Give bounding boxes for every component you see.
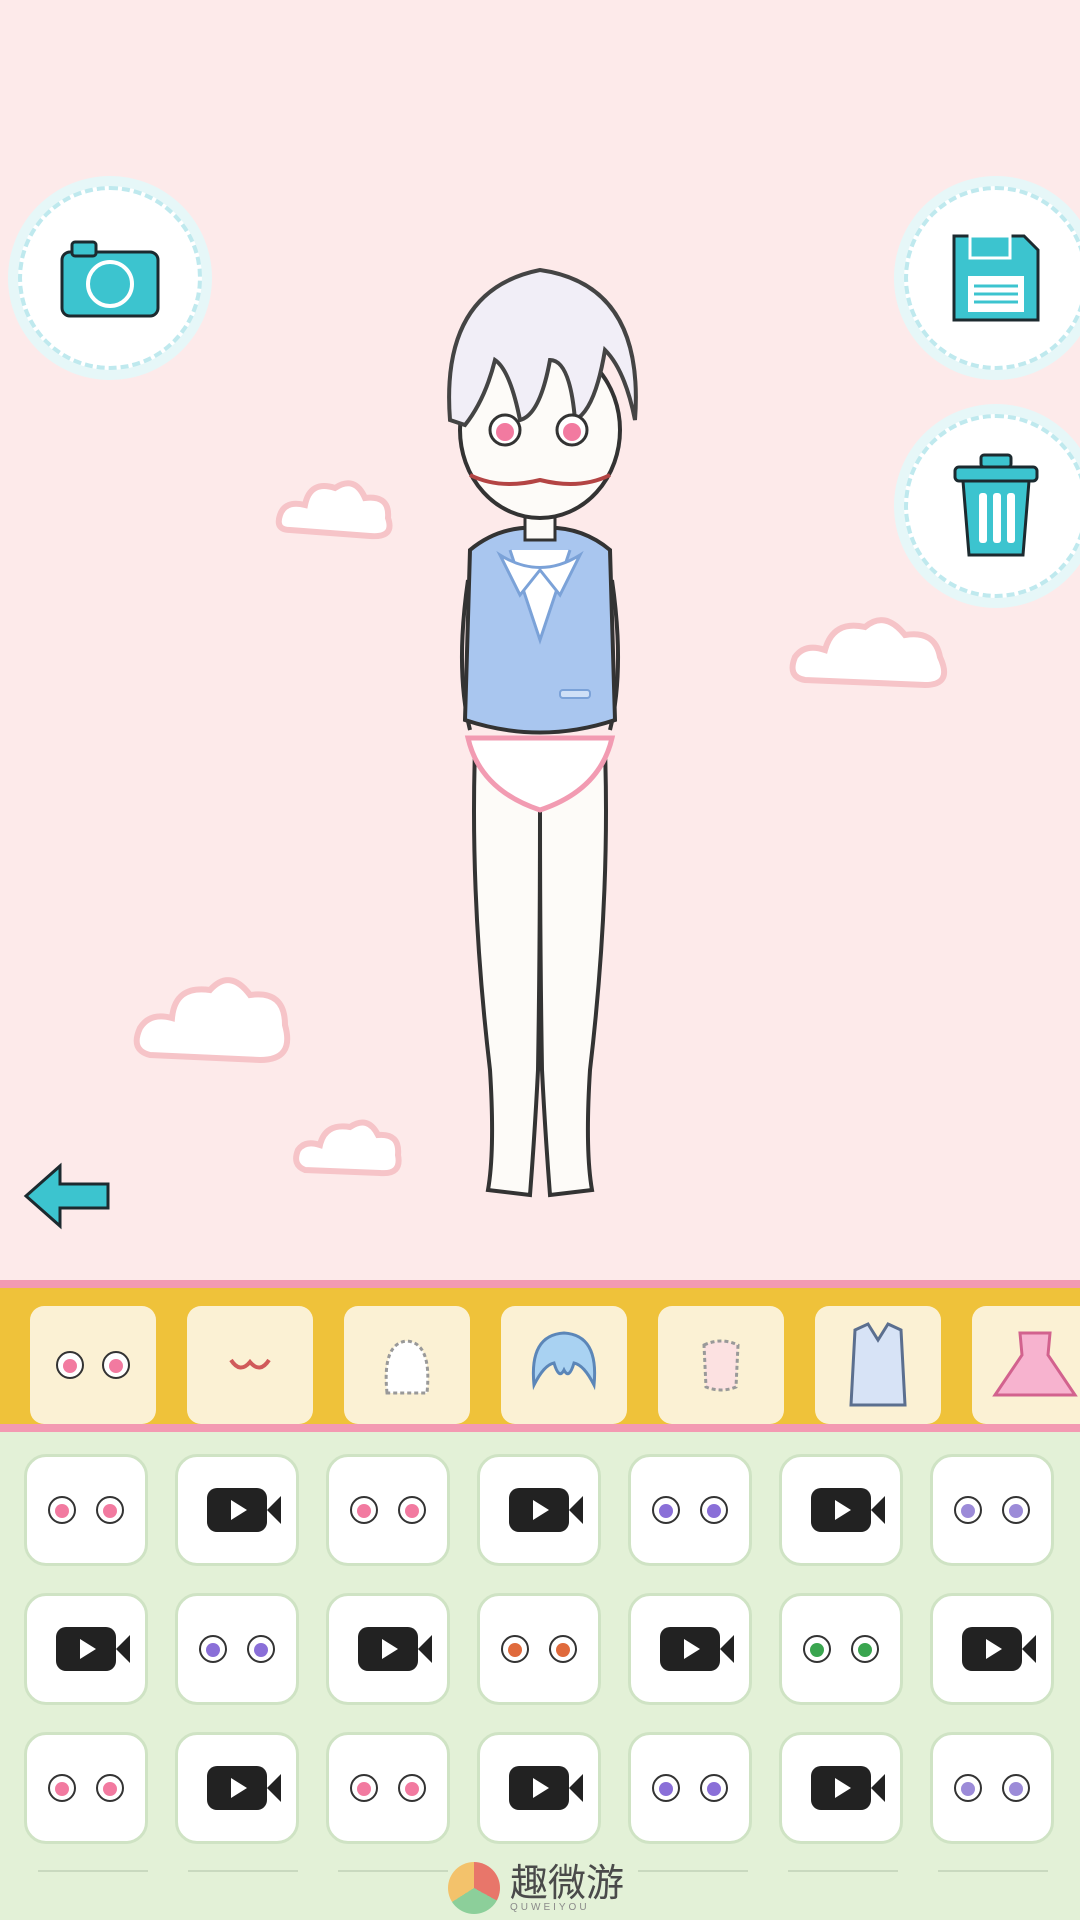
cloud-decoration — [275, 480, 393, 540]
dress-icon — [992, 1331, 1078, 1397]
cloud-decoration — [133, 977, 291, 1064]
divider — [638, 1870, 748, 1872]
category-face[interactable] — [344, 1306, 470, 1424]
cloud-decoration — [293, 1119, 402, 1177]
eye-option-free[interactable] — [326, 1732, 450, 1844]
divider — [938, 1870, 1048, 1872]
eyes-icon — [56, 1351, 130, 1379]
item-grid — [0, 1432, 1080, 1920]
top-icon — [849, 1322, 907, 1407]
divider — [188, 1870, 298, 1872]
delete-button[interactable] — [904, 414, 1080, 598]
eye-option-free[interactable] — [779, 1593, 903, 1705]
eyes-preview-icon — [199, 1635, 275, 1663]
eyes-preview-icon — [803, 1635, 879, 1663]
divider — [788, 1870, 898, 1872]
video-ad-icon — [509, 1766, 583, 1810]
eye-option-video[interactable] — [175, 1454, 299, 1566]
eye-option-video[interactable] — [477, 1454, 601, 1566]
watermark-text: 趣微游 — [510, 1860, 625, 1905]
eye-option-video[interactable] — [175, 1732, 299, 1844]
eye-option-video[interactable] — [930, 1593, 1054, 1705]
eye-option-video[interactable] — [779, 1454, 903, 1566]
eye-option-video[interactable] — [326, 1593, 450, 1705]
video-ad-icon — [811, 1766, 885, 1810]
eyes-preview-icon — [48, 1774, 124, 1802]
divider — [38, 1870, 148, 1872]
save-button[interactable] — [904, 186, 1080, 370]
category-bar — [0, 1280, 1080, 1432]
category-dress[interactable] — [972, 1306, 1080, 1424]
video-ad-icon — [358, 1627, 432, 1671]
watermark-logo-icon — [448, 1862, 500, 1914]
eye-option-video[interactable] — [628, 1593, 752, 1705]
eyes-preview-icon — [48, 1496, 124, 1524]
eyes-preview-icon — [652, 1496, 728, 1524]
divider — [338, 1870, 448, 1872]
category-hair[interactable] — [501, 1306, 627, 1424]
face-shape-icon — [384, 1339, 430, 1395]
video-ad-icon — [509, 1488, 583, 1532]
eye-option-free[interactable] — [628, 1732, 752, 1844]
eye-option-free[interactable] — [175, 1593, 299, 1705]
mouth-icon — [229, 1358, 271, 1370]
eye-option-video[interactable] — [477, 1732, 601, 1844]
video-ad-icon — [207, 1766, 281, 1810]
eye-option-free[interactable] — [930, 1454, 1054, 1566]
eye-option-free[interactable] — [930, 1732, 1054, 1844]
camera-button[interactable] — [18, 186, 202, 370]
character-scene — [0, 0, 1080, 1280]
save-icon — [952, 234, 1040, 322]
cloud-decoration — [789, 617, 947, 689]
eyes-preview-icon — [501, 1635, 577, 1663]
watermark: 趣微游 QUWEIYOU — [448, 1862, 624, 1914]
eye-option-free[interactable] — [24, 1732, 148, 1844]
eye-option-free[interactable] — [326, 1454, 450, 1566]
eyes-preview-icon — [954, 1774, 1030, 1802]
hair-icon — [531, 1331, 597, 1391]
trash-icon — [953, 453, 1039, 557]
camera-icon — [60, 240, 160, 318]
eyes-preview-icon — [954, 1496, 1030, 1524]
back-arrow-icon[interactable] — [22, 1162, 112, 1230]
eye-option-free[interactable] — [477, 1593, 601, 1705]
video-ad-icon — [660, 1627, 734, 1671]
body-icon — [702, 1339, 740, 1392]
eyes-preview-icon — [652, 1774, 728, 1802]
video-ad-icon — [56, 1627, 130, 1671]
eye-option-video[interactable] — [24, 1593, 148, 1705]
eye-option-video[interactable] — [779, 1732, 903, 1844]
eyes-preview-icon — [350, 1774, 426, 1802]
character-figure — [447, 267, 638, 1198]
eyes-preview-icon — [350, 1496, 426, 1524]
category-eyes[interactable] — [30, 1306, 156, 1424]
video-ad-icon — [962, 1627, 1036, 1671]
category-top[interactable] — [815, 1306, 941, 1424]
eye-option-free[interactable] — [24, 1454, 148, 1566]
category-mouth[interactable] — [187, 1306, 313, 1424]
eye-option-free[interactable] — [628, 1454, 752, 1566]
category-body[interactable] — [658, 1306, 784, 1424]
video-ad-icon — [811, 1488, 885, 1532]
video-ad-icon — [207, 1488, 281, 1532]
